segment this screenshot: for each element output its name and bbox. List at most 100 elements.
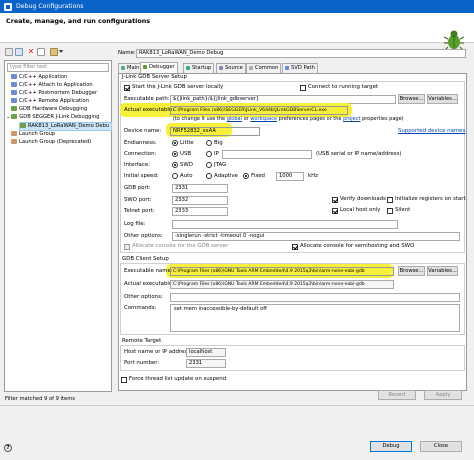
log-file-input[interactable] (172, 220, 398, 229)
init-registers-checkbox[interactable] (387, 197, 393, 203)
debug-config-icon (20, 123, 26, 128)
connect-running-label: Connect to running target (308, 84, 379, 90)
force-thread-label: Force thread list update on suspend (129, 376, 227, 382)
tree-item-cpp-remote[interactable]: C/C++ Remote Application (11, 98, 89, 105)
delete-icon[interactable]: ✕ (27, 48, 35, 56)
browse-button[interactable]: Browse... (398, 94, 425, 104)
config-name-input[interactable]: RAK813_LoRaWAN_Demo Debug (136, 49, 466, 58)
tree-item-cpp-postmortem[interactable]: C/C++ Postmortem Debugger (11, 90, 97, 97)
gdb-exec-name-input[interactable]: C:\Program Files (x86)\GNU Tools ARM Emb… (170, 267, 394, 276)
bottom-divider (0, 405, 474, 406)
tree-item-cpp-app[interactable]: C/C++ Application (11, 74, 67, 81)
workspace-link[interactable]: workspace (250, 116, 277, 122)
tab-debugger[interactable]: Debugger (140, 62, 178, 73)
revert-button[interactable]: Revert (378, 390, 416, 400)
connect-running-checkbox[interactable] (300, 85, 306, 91)
tree-item-gdb-hardware[interactable]: GDB Hardware Debugging (11, 106, 87, 113)
allocate-console-gdb-checkbox[interactable] (124, 244, 130, 250)
speed-input[interactable]: 1000 (276, 172, 304, 181)
auto-radio[interactable] (172, 173, 178, 179)
variables-button[interactable]: Variables... (427, 94, 458, 104)
close-button[interactable]: Close (420, 441, 462, 452)
host-input[interactable]: localhost (186, 348, 226, 357)
big-radio[interactable] (206, 140, 212, 146)
tree-item-launch-group-deprecated[interactable]: Launch Group (Deprecated) (11, 139, 91, 146)
fixed-radio[interactable] (243, 173, 249, 179)
apply-button[interactable]: Apply (424, 390, 462, 400)
device-name-input[interactable]: NRF52832_xxAA (170, 127, 260, 136)
header-title: Create, manage, and run configurations (6, 17, 151, 25)
gdb-port-input[interactable]: 2331 (172, 184, 228, 193)
khz-label: kHz (308, 173, 319, 179)
cpp-icon (11, 90, 17, 95)
tree-item-rak813-debug[interactable]: RAK813_LoRaWAN_Demo Debu (19, 122, 113, 131)
tab-source[interactable]: Source (216, 63, 246, 73)
other-options-label: Other options: (124, 233, 163, 239)
swd-label: SWD (180, 162, 193, 168)
auto-label: Auto (180, 173, 193, 179)
gdb-port-label: GDB port: (124, 185, 151, 191)
verify-downloads-label: Verify downloads (340, 196, 386, 202)
tab-startup[interactable]: Startup (183, 63, 215, 73)
filter-menu-chevron-icon[interactable] (59, 50, 63, 55)
commands-label: Commands: (124, 305, 157, 311)
allocate-console-semi-checkbox[interactable] (292, 244, 298, 250)
tree-item-launch-group[interactable]: Launch Group (11, 131, 55, 138)
gdb-variables-button[interactable]: Variables... (427, 266, 458, 276)
tree-item-cpp-attach[interactable]: C/C++ Attach to Application (11, 82, 93, 89)
collapse-all-icon[interactable] (37, 48, 45, 56)
app-icon (4, 2, 12, 11)
jlink-other-options-input[interactable]: -singlerun -strict -timeout 0 -nogui (172, 232, 460, 241)
little-label: Little (180, 140, 194, 146)
gdb-other-options-input[interactable] (170, 293, 460, 302)
change-note: (to change it use the global or workspac… (173, 116, 404, 122)
cpp-icon (11, 98, 17, 103)
tree-item-gdb-segger[interactable]: ⌄ GDB SEGGER J-Link Debugging (6, 114, 99, 121)
telnet-port-input[interactable]: 2333 (172, 207, 228, 216)
filter-input[interactable]: type filter text (7, 63, 109, 72)
main-tab-icon (121, 65, 125, 70)
start-locally-checkbox[interactable] (124, 85, 130, 91)
jtag-radio[interactable] (206, 162, 212, 168)
gdb-browse-button[interactable]: Browse... (398, 266, 425, 276)
remote-group-title: Remote Target (122, 338, 162, 344)
help-icon[interactable]: ? (4, 444, 12, 452)
global-link[interactable]: global (227, 116, 242, 122)
duplicate-icon[interactable] (15, 48, 23, 56)
big-label: Big (214, 140, 223, 146)
adaptive-radio[interactable] (206, 173, 212, 179)
new-config-icon[interactable] (5, 48, 13, 56)
tab-svd-path[interactable]: SVD Path (282, 63, 318, 73)
filter-icon[interactable] (50, 48, 58, 56)
gdb-icon (11, 106, 17, 111)
fixed-label: Fixed (251, 173, 265, 179)
supported-devices-link[interactable]: Supported device names (398, 128, 465, 135)
commands-text: set mem inaccessible-by-default off (174, 306, 267, 312)
name-label: Name: (118, 50, 136, 56)
tab-common[interactable]: Common (246, 63, 282, 73)
usb-radio[interactable] (172, 151, 178, 157)
port-input[interactable]: 2331 (186, 359, 226, 368)
expanded-chevron-icon[interactable]: ⌄ (6, 114, 10, 120)
ip-radio[interactable] (206, 151, 212, 157)
swo-port-label: SWO port: (124, 197, 152, 203)
commands-textarea[interactable]: set mem inaccessible-by-default off (170, 304, 460, 332)
tab-main[interactable]: Main (118, 63, 143, 73)
local-host-only-checkbox[interactable] (332, 208, 338, 214)
cpp-icon (11, 74, 17, 79)
usb-label: USB (180, 151, 192, 157)
swo-port-input[interactable]: 2332 (172, 196, 228, 205)
local-host-only-label: Local host only (340, 207, 381, 213)
usb-serial-input[interactable] (222, 150, 312, 159)
project-link[interactable]: project (343, 116, 360, 122)
gdb-other-options-label: Other options: (124, 294, 163, 300)
interface-label: Interface: (124, 162, 150, 168)
swd-radio[interactable] (172, 162, 178, 168)
launch-group-icon (11, 139, 17, 144)
verify-downloads-checkbox[interactable] (332, 197, 338, 203)
debug-button[interactable]: Debug (370, 441, 412, 452)
little-radio[interactable] (172, 140, 178, 146)
force-thread-checkbox[interactable] (121, 377, 127, 383)
allocate-console-gdb-label: Allocate console for the GDB server (132, 243, 229, 249)
silent-checkbox[interactable] (387, 208, 393, 214)
